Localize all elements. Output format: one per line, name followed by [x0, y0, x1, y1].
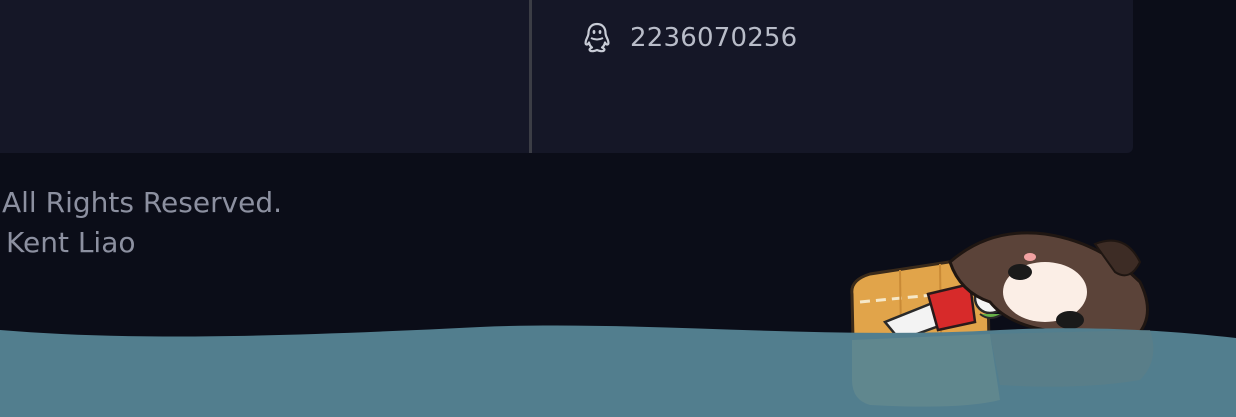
page: 2236070256 All Rights Reserved. Kent Lia…: [0, 0, 1236, 417]
water-wave: [0, 325, 1236, 417]
